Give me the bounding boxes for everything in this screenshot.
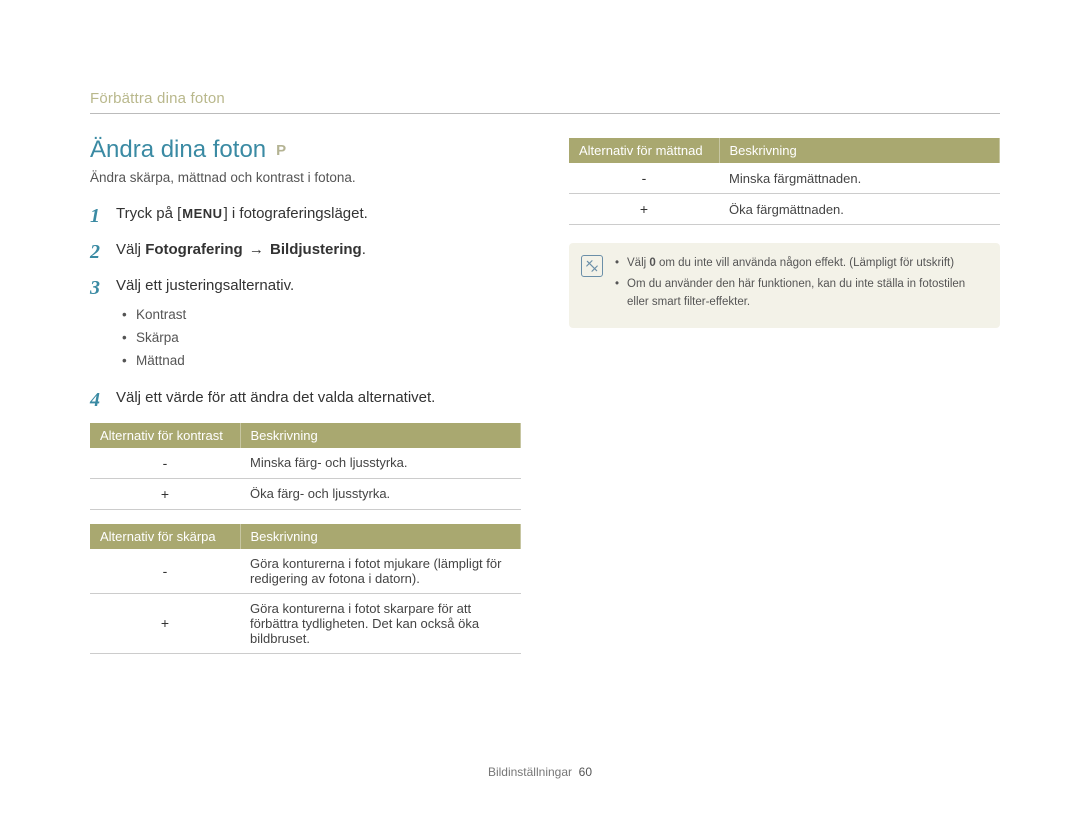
page-title: Ändra dina foton P [90, 136, 521, 164]
option-symbol: - [90, 549, 240, 594]
table-header: Beskrivning [240, 423, 521, 448]
step-4-text: Välj ett värde för att ändra det valda a… [116, 389, 435, 406]
note-l1a: Välj [627, 257, 649, 269]
table-header: Alternativ för skärpa [90, 524, 240, 549]
skarpa-table: Alternativ för skärpa Beskrivning - Göra… [90, 524, 521, 654]
table-row: + Öka färgmättnaden. [569, 194, 1000, 225]
table-header: Alternativ för kontrast [90, 423, 240, 448]
step-3: Välj ett justeringsalternativ. Kontrast … [90, 275, 521, 374]
left-column: Ändra dina foton P Ändra skärpa, mättnad… [90, 136, 521, 668]
note-line-2: Om du använder den här funktionen, kan d… [615, 276, 986, 312]
step-2-text-d: . [362, 241, 366, 258]
menu-key: MENU [181, 206, 223, 221]
option-symbol: + [90, 478, 240, 509]
note-icon [581, 255, 603, 277]
mode-badge: P [276, 143, 286, 158]
subtitle: Ändra skärpa, mättnad och kontrast i fot… [90, 170, 521, 185]
step-1: Tryck på [MENU] i fotograferingsläget. [90, 203, 521, 225]
breadcrumb: Förbättra dina foton [90, 90, 1000, 107]
note-box: Välj 0 om du inte vill använda någon eff… [569, 243, 1000, 328]
right-column: Alternativ för mättnad Beskrivning - Min… [569, 136, 1000, 668]
step-2: Välj Fotografering → Bildjustering. [90, 239, 521, 261]
arrow-icon: → [243, 241, 270, 258]
step-2-text-a: Välj [116, 241, 145, 258]
kontrast-table: Alternativ för kontrast Beskrivning - Mi… [90, 423, 521, 510]
table-row: - Minska färg- och ljusstyrka. [90, 448, 521, 479]
option-desc: Göra konturerna i fotot skarpare för att… [240, 593, 521, 653]
step-2-bold-a: Fotografering [145, 241, 243, 258]
step-1-text-b: ] i fotograferingsläget. [224, 205, 368, 222]
option-desc: Öka färgmättnaden. [719, 194, 1000, 225]
step-2-bold-b: Bildjustering [270, 241, 362, 258]
footer-section: Bildinställningar [488, 765, 572, 779]
table-header: Alternativ för mättnad [569, 138, 719, 163]
page-number: 60 [579, 765, 592, 779]
option-symbol: + [569, 194, 719, 225]
table-row: + Göra konturerna i fotot skarpare för a… [90, 593, 521, 653]
option-desc: Göra konturerna i fotot mjukare (lämplig… [240, 549, 521, 594]
step-3-sublist: Kontrast Skärpa Mättnad [116, 300, 521, 373]
table-header: Beskrivning [240, 524, 521, 549]
step-1-text-a: Tryck på [ [116, 205, 181, 222]
table-row: - Göra konturerna i fotot mjukare (lämpl… [90, 549, 521, 594]
option-symbol: + [90, 593, 240, 653]
option-desc: Minska färgmättnaden. [719, 163, 1000, 194]
option-symbol: - [569, 163, 719, 194]
mattnad-table: Alternativ för mättnad Beskrivning - Min… [569, 138, 1000, 225]
step-list: Tryck på [MENU] i fotograferingsläget. V… [90, 203, 521, 409]
step-3-text: Välj ett justeringsalternativ. [116, 277, 294, 294]
table-row: + Öka färg- och ljusstyrka. [90, 478, 521, 509]
table-header: Beskrivning [719, 138, 1000, 163]
sub-item: Kontrast [122, 304, 521, 327]
step-4: Välj ett värde för att ändra det valda a… [90, 387, 521, 409]
sub-item: Skärpa [122, 327, 521, 350]
title-text: Ändra dina foton [90, 136, 266, 164]
option-desc: Minska färg- och ljusstyrka. [240, 448, 521, 479]
option-desc: Öka färg- och ljusstyrka. [240, 478, 521, 509]
page-footer: Bildinställningar 60 [0, 765, 1080, 779]
divider [90, 113, 1000, 114]
note-l1c: om du inte vill använda någon effekt. (L… [656, 257, 954, 269]
note-line-1: Välj 0 om du inte vill använda någon eff… [615, 255, 986, 273]
sub-item: Mättnad [122, 350, 521, 373]
option-symbol: - [90, 448, 240, 479]
table-row: - Minska färgmättnaden. [569, 163, 1000, 194]
